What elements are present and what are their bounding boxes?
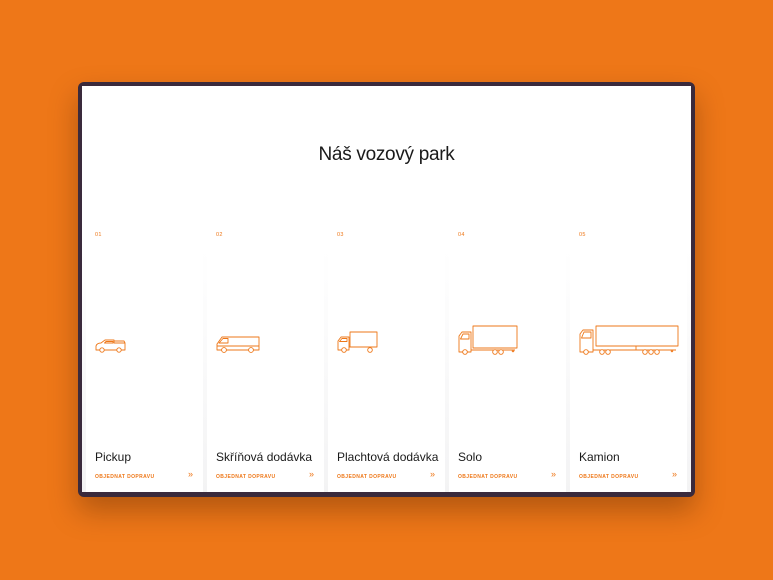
pickup-car-icon xyxy=(94,324,134,359)
device-frame: Náš vozový park 01 Pickup OBJEDNAT DOPRA… xyxy=(78,82,695,497)
card-number: 05 xyxy=(579,232,586,238)
double-chevron-right-icon[interactable]: » xyxy=(309,469,314,479)
order-transport-link[interactable]: OBJEDNAT DOPRAVU xyxy=(458,474,518,480)
card-number: 04 xyxy=(458,232,465,238)
order-transport-link[interactable]: OBJEDNAT DOPRAVU xyxy=(216,474,276,480)
card-number: 02 xyxy=(216,232,223,238)
double-chevron-right-icon[interactable]: » xyxy=(672,469,677,479)
solo-truck-icon xyxy=(457,324,521,363)
vehicle-cards: 01 Pickup OBJEDNAT DOPRAVU » 02 Skříňová… xyxy=(86,222,691,492)
double-chevron-right-icon[interactable]: » xyxy=(188,469,193,479)
card-number: 01 xyxy=(95,232,102,238)
tarp-van-icon xyxy=(336,324,382,359)
card-number: 03 xyxy=(337,232,344,238)
card-title: Plachtová dodávka xyxy=(337,450,439,464)
double-chevron-right-icon[interactable]: » xyxy=(430,469,435,479)
card-title: Pickup xyxy=(95,450,132,464)
order-transport-link[interactable]: OBJEDNAT DOPRAVU xyxy=(95,474,155,480)
box-van-icon xyxy=(215,324,265,359)
double-chevron-right-icon[interactable]: » xyxy=(551,469,556,479)
screen: Náš vozový park 01 Pickup OBJEDNAT DOPRA… xyxy=(82,86,691,492)
vehicle-card-semi-truck[interactable]: 05 Kamion OBJEDNAT DOPRAVU » xyxy=(570,222,687,492)
vehicle-card-tarp-van[interactable]: 03 Plachtová dodávka OBJEDNAT DOPRAVU » xyxy=(328,222,445,492)
order-transport-link[interactable]: OBJEDNAT DOPRAVU xyxy=(337,474,397,480)
vehicle-card-pickup[interactable]: 01 Pickup OBJEDNAT DOPRAVU » xyxy=(86,222,203,492)
card-title: Kamion xyxy=(579,450,620,464)
vehicle-card-box-van[interactable]: 02 Skříňová dodávka OBJEDNAT DOPRAVU » xyxy=(207,222,324,492)
card-title: Skříňová dodávka xyxy=(216,450,313,464)
semi-truck-icon xyxy=(578,324,682,363)
vehicle-card-solo[interactable]: 04 Solo OBJEDNAT DOPRAVU » xyxy=(449,222,566,492)
order-transport-link[interactable]: OBJEDNAT DOPRAVU xyxy=(579,474,639,480)
card-title: Solo xyxy=(458,450,483,464)
page-title: Náš vozový park xyxy=(318,144,455,165)
